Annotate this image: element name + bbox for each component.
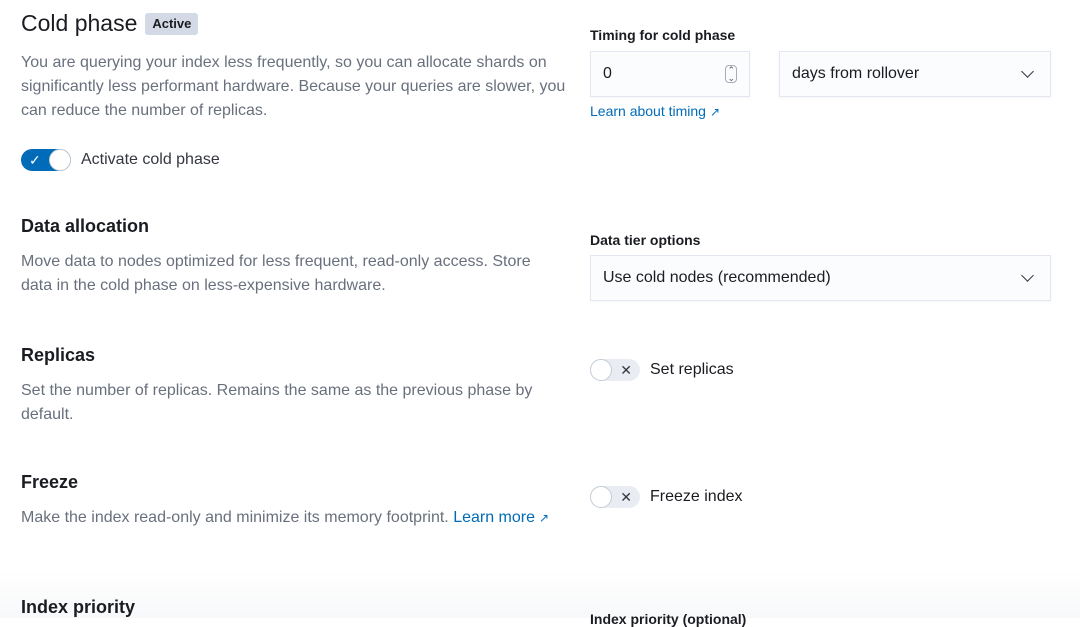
freeze-description: Make the index read-only and minimize it… <box>21 509 550 526</box>
freeze-index-label: Freeze index <box>650 488 743 505</box>
timing-unit: days from rollover <box>792 65 920 82</box>
x-icon: ✕ <box>620 362 632 378</box>
status-badge: Active <box>145 12 199 35</box>
index-priority-label: Index priority (optional) <box>590 611 747 627</box>
data-tier-value: Use cold nodes (recommended) <box>603 269 831 286</box>
set-replicas-label: Set replicas <box>650 361 734 378</box>
external-link-icon: ↗ <box>539 511 550 525</box>
timing-value: 0 <box>603 65 612 82</box>
external-link-icon: ↗ <box>709 105 721 119</box>
timing-value-input[interactable]: 0 ⌃ ⌄ <box>590 51 750 97</box>
stepper-icon[interactable]: ⌃ ⌄ <box>725 65 737 83</box>
activate-label: Activate cold phase <box>81 151 220 168</box>
chevron-down-icon <box>1021 65 1034 78</box>
timing-label: Timing for cold phase <box>590 27 736 43</box>
chevron-down-icon <box>1021 269 1034 282</box>
freeze-title: Freeze <box>21 472 79 492</box>
activate-cold-phase-switch[interactable]: ✓ Activate cold phase <box>21 149 220 171</box>
data-tier-select[interactable]: Use cold nodes (recommended) <box>590 255 1051 301</box>
data-allocation-description: Move data to nodes optimized for less fr… <box>21 253 531 294</box>
timing-unit-select[interactable]: days from rollover <box>779 51 1051 97</box>
phase-description: You are querying your index less frequen… <box>21 54 566 119</box>
replicas-title: Replicas <box>21 345 96 365</box>
toggle-switch[interactable]: ✓ <box>21 149 71 171</box>
bottom-fade <box>0 570 1080 618</box>
index-priority-title: Index priority <box>21 597 136 617</box>
data-allocation-title: Data allocation <box>21 216 150 236</box>
check-icon: ✓ <box>29 152 41 168</box>
toggle-switch[interactable]: ✕ <box>590 359 640 381</box>
learn-about-timing-link[interactable]: Learn about timing ↗ <box>590 103 720 119</box>
set-replicas-switch[interactable]: ✕ Set replicas <box>590 359 734 381</box>
freeze-index-switch[interactable]: ✕ Freeze index <box>590 486 743 508</box>
page-title: Cold phase <box>21 10 138 36</box>
phase-header: Cold phase Active <box>21 10 199 37</box>
toggle-switch[interactable]: ✕ <box>590 486 640 508</box>
replicas-description: Set the number of replicas. Remains the … <box>21 382 533 423</box>
learn-more-link[interactable]: Learn more ↗ <box>453 509 549 526</box>
x-icon: ✕ <box>620 489 632 505</box>
data-tier-label: Data tier options <box>590 232 701 248</box>
